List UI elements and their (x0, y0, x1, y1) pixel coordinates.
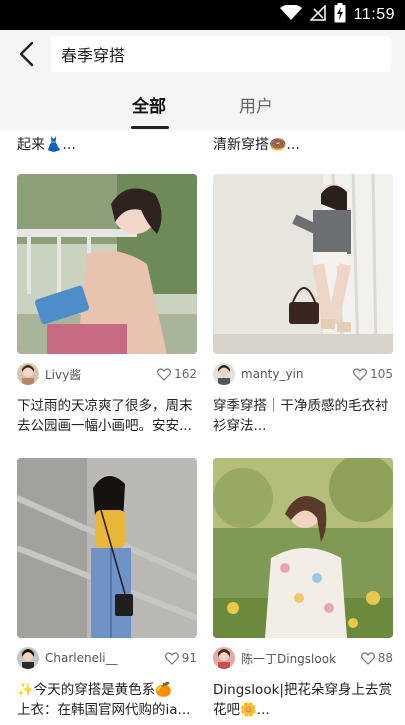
like-count-value: 105 (370, 367, 393, 381)
search-input[interactable]: 春季穿搭 (51, 36, 391, 72)
post-card[interactable]: manty_yin 105 穿季穿搭｜干净质感的毛衣衬 衫穿法... (213, 174, 393, 434)
post-card[interactable]: 陈一丁Dingslook 88 Dingslook|把花朵穿身上去赏 花吧🌼..… (213, 458, 393, 718)
signal-icon (308, 4, 326, 25)
like-count[interactable]: 88 (360, 651, 393, 665)
heart-icon (353, 367, 368, 381)
like-count-value: 91 (181, 651, 197, 665)
status-bar: 11:59 (0, 0, 405, 30)
chevron-left-icon (19, 41, 34, 67)
heart-icon (157, 367, 172, 381)
post-photo[interactable] (17, 174, 197, 354)
description-line: ✨今天的穿搭是黄色系🍊 (17, 682, 173, 698)
post-photo[interactable] (213, 458, 393, 638)
like-count[interactable]: 105 (353, 367, 393, 381)
avatar[interactable] (213, 647, 235, 669)
tab-all[interactable]: 全部 (132, 92, 166, 117)
back-button[interactable] (12, 38, 40, 70)
post-card[interactable]: Charleneli__ 91 ✨今天的穿搭是黄色系🍊 上衣：在韩国官网代购的i… (17, 458, 197, 718)
post-card[interactable]: Livy酱 162 下过雨的天凉爽了很多，周末 去公园画一幅小画吧。安安... (17, 174, 197, 434)
post-meta: Charleneli__ 91 (17, 646, 197, 670)
post-description[interactable]: 穿季穿搭｜干净质感的毛衣衬 衫穿法... (213, 396, 395, 436)
description-line: 穿季穿搭｜干净质感的毛衣衬 (213, 398, 389, 414)
description-line: 花吧🌼... (213, 702, 270, 718)
username[interactable]: Charleneli__ (45, 651, 161, 665)
search-query: 春季穿搭 (61, 46, 126, 65)
active-tab-indicator (131, 126, 169, 129)
username[interactable]: 陈一丁Dingslook (241, 650, 357, 667)
post-description[interactable]: Dingslook|把花朵穿身上去赏 花吧🌼... (213, 680, 395, 720)
search-header: 春季穿搭 (0, 30, 405, 78)
description-line: 下过雨的天凉爽了很多，周末 (17, 398, 193, 414)
description-line: Dingslook|把花朵穿身上去赏 (213, 682, 392, 698)
status-time: 11:59 (353, 6, 395, 23)
description-line: 上衣：在韩国官网代购的ia... (17, 702, 191, 718)
post-description[interactable]: 下过雨的天凉爽了很多，周末 去公园画一幅小画吧。安安... (17, 396, 199, 436)
post-meta: Livy酱 162 (17, 362, 197, 386)
username[interactable]: Livy酱 (45, 366, 153, 383)
partial-card-text: 清新穿搭🍩... (213, 137, 300, 153)
post-meta: 陈一丁Dingslook 88 (213, 646, 393, 670)
avatar[interactable] (17, 647, 39, 669)
tab-users[interactable]: 用户 (239, 92, 273, 117)
tab-bar: 全部 用户 (0, 78, 405, 130)
battery-charging-icon (334, 3, 346, 27)
post-photo[interactable] (17, 458, 197, 638)
post-meta: manty_yin 105 (213, 362, 393, 386)
username[interactable]: manty_yin (241, 367, 349, 381)
description-line: 去公园画一幅小画吧。安安... (17, 418, 192, 434)
description-line: 衫穿法... (213, 418, 267, 434)
heart-icon (360, 651, 375, 665)
post-photo[interactable] (213, 174, 393, 354)
avatar[interactable] (213, 363, 235, 385)
partial-card-text: 起来👗... (17, 137, 76, 153)
like-count-value: 88 (377, 651, 393, 665)
avatar[interactable] (17, 363, 39, 385)
result-feed[interactable]: 起来👗... 清新穿搭🍩... Livy酱 162 下过雨的天凉爽了很多，周末 … (0, 130, 405, 725)
like-count[interactable]: 91 (164, 651, 197, 665)
like-count[interactable]: 162 (157, 367, 197, 381)
post-description[interactable]: ✨今天的穿搭是黄色系🍊 上衣：在韩国官网代购的ia... (17, 680, 199, 720)
heart-icon (164, 651, 179, 665)
like-count-value: 162 (174, 367, 197, 381)
wifi-icon (279, 4, 302, 25)
